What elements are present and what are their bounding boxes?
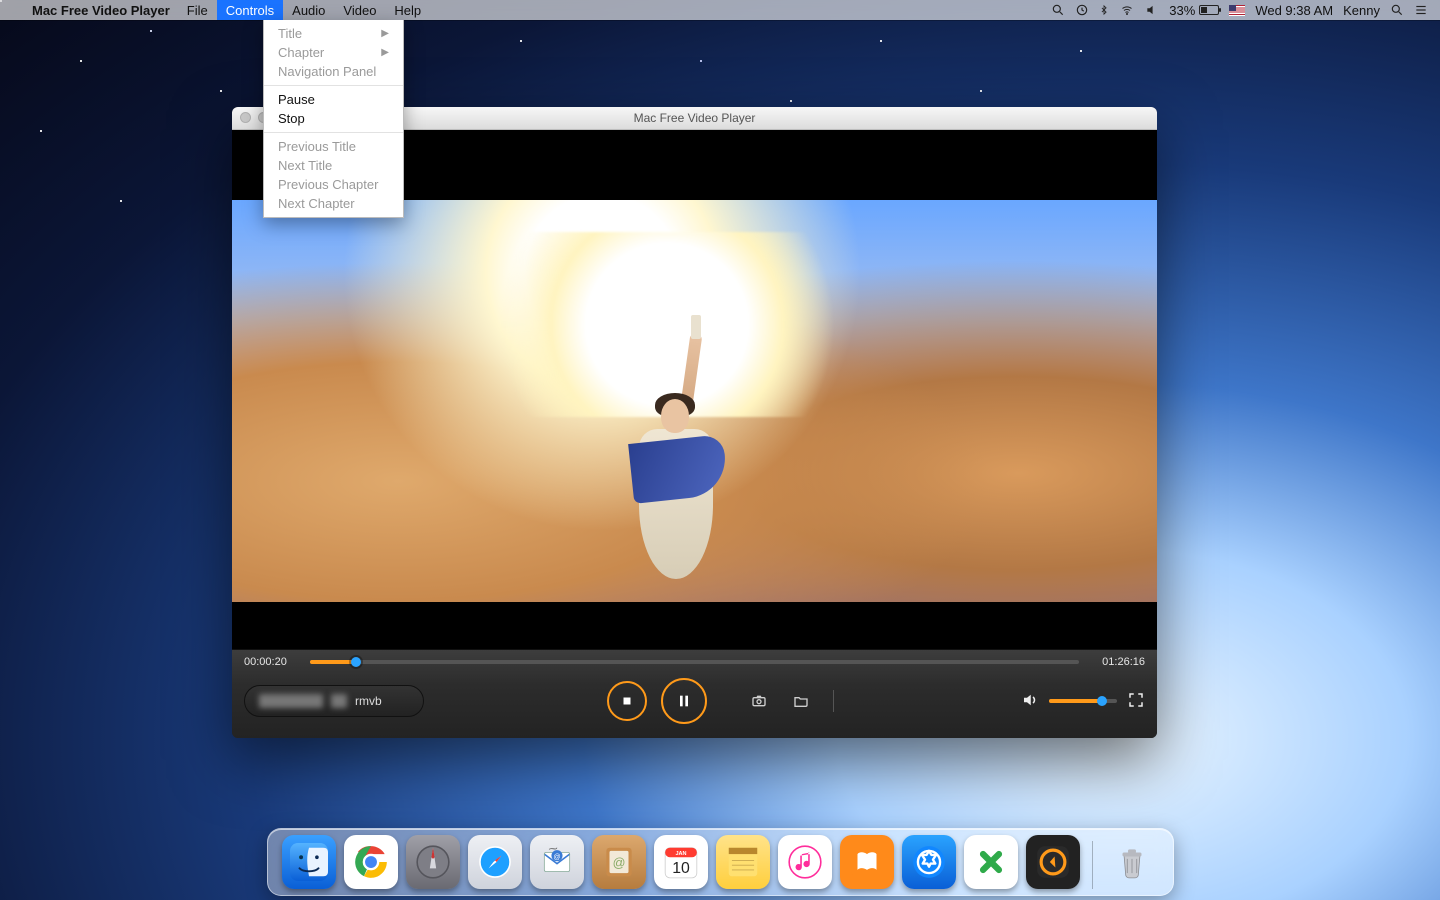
open-folder-button[interactable]: [787, 690, 815, 712]
menu-file[interactable]: File: [178, 0, 217, 20]
file-ext: rmvb: [355, 694, 382, 708]
dd-navigation-panel[interactable]: Navigation Panel: [264, 62, 403, 81]
timemachine-icon[interactable]: [1075, 3, 1089, 17]
dock-video-player[interactable]: [1026, 835, 1080, 889]
dock-ibooks[interactable]: [840, 835, 894, 889]
clock[interactable]: Wed 9:38 AM: [1255, 3, 1333, 18]
wifi-icon[interactable]: [1119, 4, 1135, 16]
dock-trash[interactable]: [1105, 835, 1159, 889]
dd-label: Navigation Panel: [278, 64, 376, 79]
dd-next-title[interactable]: Next Title: [264, 156, 403, 175]
dd-label: Next Chapter: [278, 196, 355, 211]
progress-fill: [310, 660, 356, 664]
dock-safari[interactable]: [468, 835, 522, 889]
dd-label: Stop: [278, 111, 305, 126]
dd-chapter[interactable]: Chapter ▶: [264, 43, 403, 62]
volume-knob[interactable]: [1097, 696, 1107, 706]
volume-icon[interactable]: [1145, 3, 1159, 17]
dd-label: Title: [278, 26, 302, 41]
dock-wrap: @ @ JAN 10: [0, 828, 1440, 896]
menubar-status: 33% Wed 9:38 AM Kenny: [1051, 3, 1432, 18]
menubar: Mac Free Video Player File Controls Audi…: [0, 0, 1440, 20]
columbia-figure: [631, 393, 721, 573]
menu-controls[interactable]: Controls: [217, 0, 283, 20]
dock: @ @ JAN 10: [267, 828, 1174, 896]
menu-audio[interactable]: Audio: [283, 0, 334, 20]
dd-previous-chapter[interactable]: Previous Chapter: [264, 175, 403, 194]
dd-previous-title[interactable]: Previous Title: [264, 137, 403, 156]
dd-next-chapter[interactable]: Next Chapter: [264, 194, 403, 213]
menu-video[interactable]: Video: [334, 0, 385, 20]
dd-separator: [264, 132, 403, 133]
volume-slider[interactable]: [1049, 699, 1117, 703]
dd-label: Chapter: [278, 45, 324, 60]
filename-obscured: X: [331, 694, 347, 708]
dock-notes[interactable]: [716, 835, 770, 889]
snapshot-button[interactable]: [745, 690, 773, 712]
battery-percent: 33%: [1169, 3, 1195, 18]
dd-title[interactable]: Title ▶: [264, 24, 403, 43]
spotlight-icon[interactable]: [1390, 3, 1404, 17]
svg-text:@: @: [612, 856, 625, 870]
sun-glow: [454, 232, 880, 417]
dd-label: Previous Title: [278, 139, 356, 154]
chevron-right-icon: ▶: [381, 47, 389, 58]
file-pill[interactable]: XXXXXXX X rmvb: [244, 685, 424, 717]
video-frame: [232, 200, 1157, 602]
controls-dropdown: Title ▶ Chapter ▶ Navigation Panel Pause S…: [263, 20, 404, 218]
dock-contacts[interactable]: @: [592, 835, 646, 889]
progress-track[interactable]: [310, 660, 1079, 664]
time-total: 01:26:16: [1091, 656, 1145, 668]
app-name[interactable]: Mac Free Video Player: [24, 3, 178, 18]
dock-appstore[interactable]: [902, 835, 956, 889]
dock-separator: [1092, 841, 1093, 889]
volume-icon[interactable]: [1021, 691, 1039, 712]
dd-label: Next Title: [278, 158, 332, 173]
dock-launchpad[interactable]: [406, 835, 460, 889]
dock-finder[interactable]: [282, 835, 336, 889]
user-name[interactable]: Kenny: [1343, 3, 1380, 18]
pause-button[interactable]: [661, 678, 707, 724]
stop-button[interactable]: [607, 681, 647, 721]
dd-separator: [264, 85, 403, 86]
dd-label: Previous Chapter: [278, 177, 378, 192]
player-controls: 00:00:20 01:26:16 XXXXXXX X rmvb: [232, 649, 1157, 738]
dock-calendar[interactable]: JAN 10: [654, 835, 708, 889]
magnify-icon[interactable]: [1051, 3, 1065, 17]
close-button[interactable]: [240, 112, 251, 123]
dock-itunes[interactable]: [778, 835, 832, 889]
dock-mail[interactable]: @: [530, 835, 584, 889]
svg-text:@: @: [553, 853, 560, 861]
window-title: Mac Free Video Player: [634, 111, 756, 125]
dd-stop[interactable]: Stop: [264, 109, 403, 128]
input-source-flag-icon[interactable]: [1229, 5, 1245, 16]
svg-text:10: 10: [672, 860, 690, 877]
filename-obscured: XXXXXXX: [259, 694, 323, 708]
dd-label: Pause: [278, 92, 315, 107]
timeline-row: 00:00:20 01:26:16: [232, 650, 1157, 672]
dock-green-x[interactable]: [964, 835, 1018, 889]
dd-pause[interactable]: Pause: [264, 90, 403, 109]
svg-text:JAN: JAN: [675, 851, 686, 857]
battery-indicator[interactable]: 33%: [1169, 3, 1219, 18]
fullscreen-button[interactable]: [1127, 691, 1145, 712]
dock-chrome[interactable]: [344, 835, 398, 889]
time-current: 00:00:20: [244, 656, 298, 668]
notification-center-icon[interactable]: [1414, 3, 1428, 17]
bluetooth-icon[interactable]: [1099, 3, 1109, 17]
menu-help[interactable]: Help: [385, 0, 430, 20]
volume-fill: [1049, 699, 1102, 703]
chevron-right-icon: ▶: [381, 28, 389, 39]
divider: [833, 690, 834, 712]
progress-knob[interactable]: [351, 657, 361, 667]
